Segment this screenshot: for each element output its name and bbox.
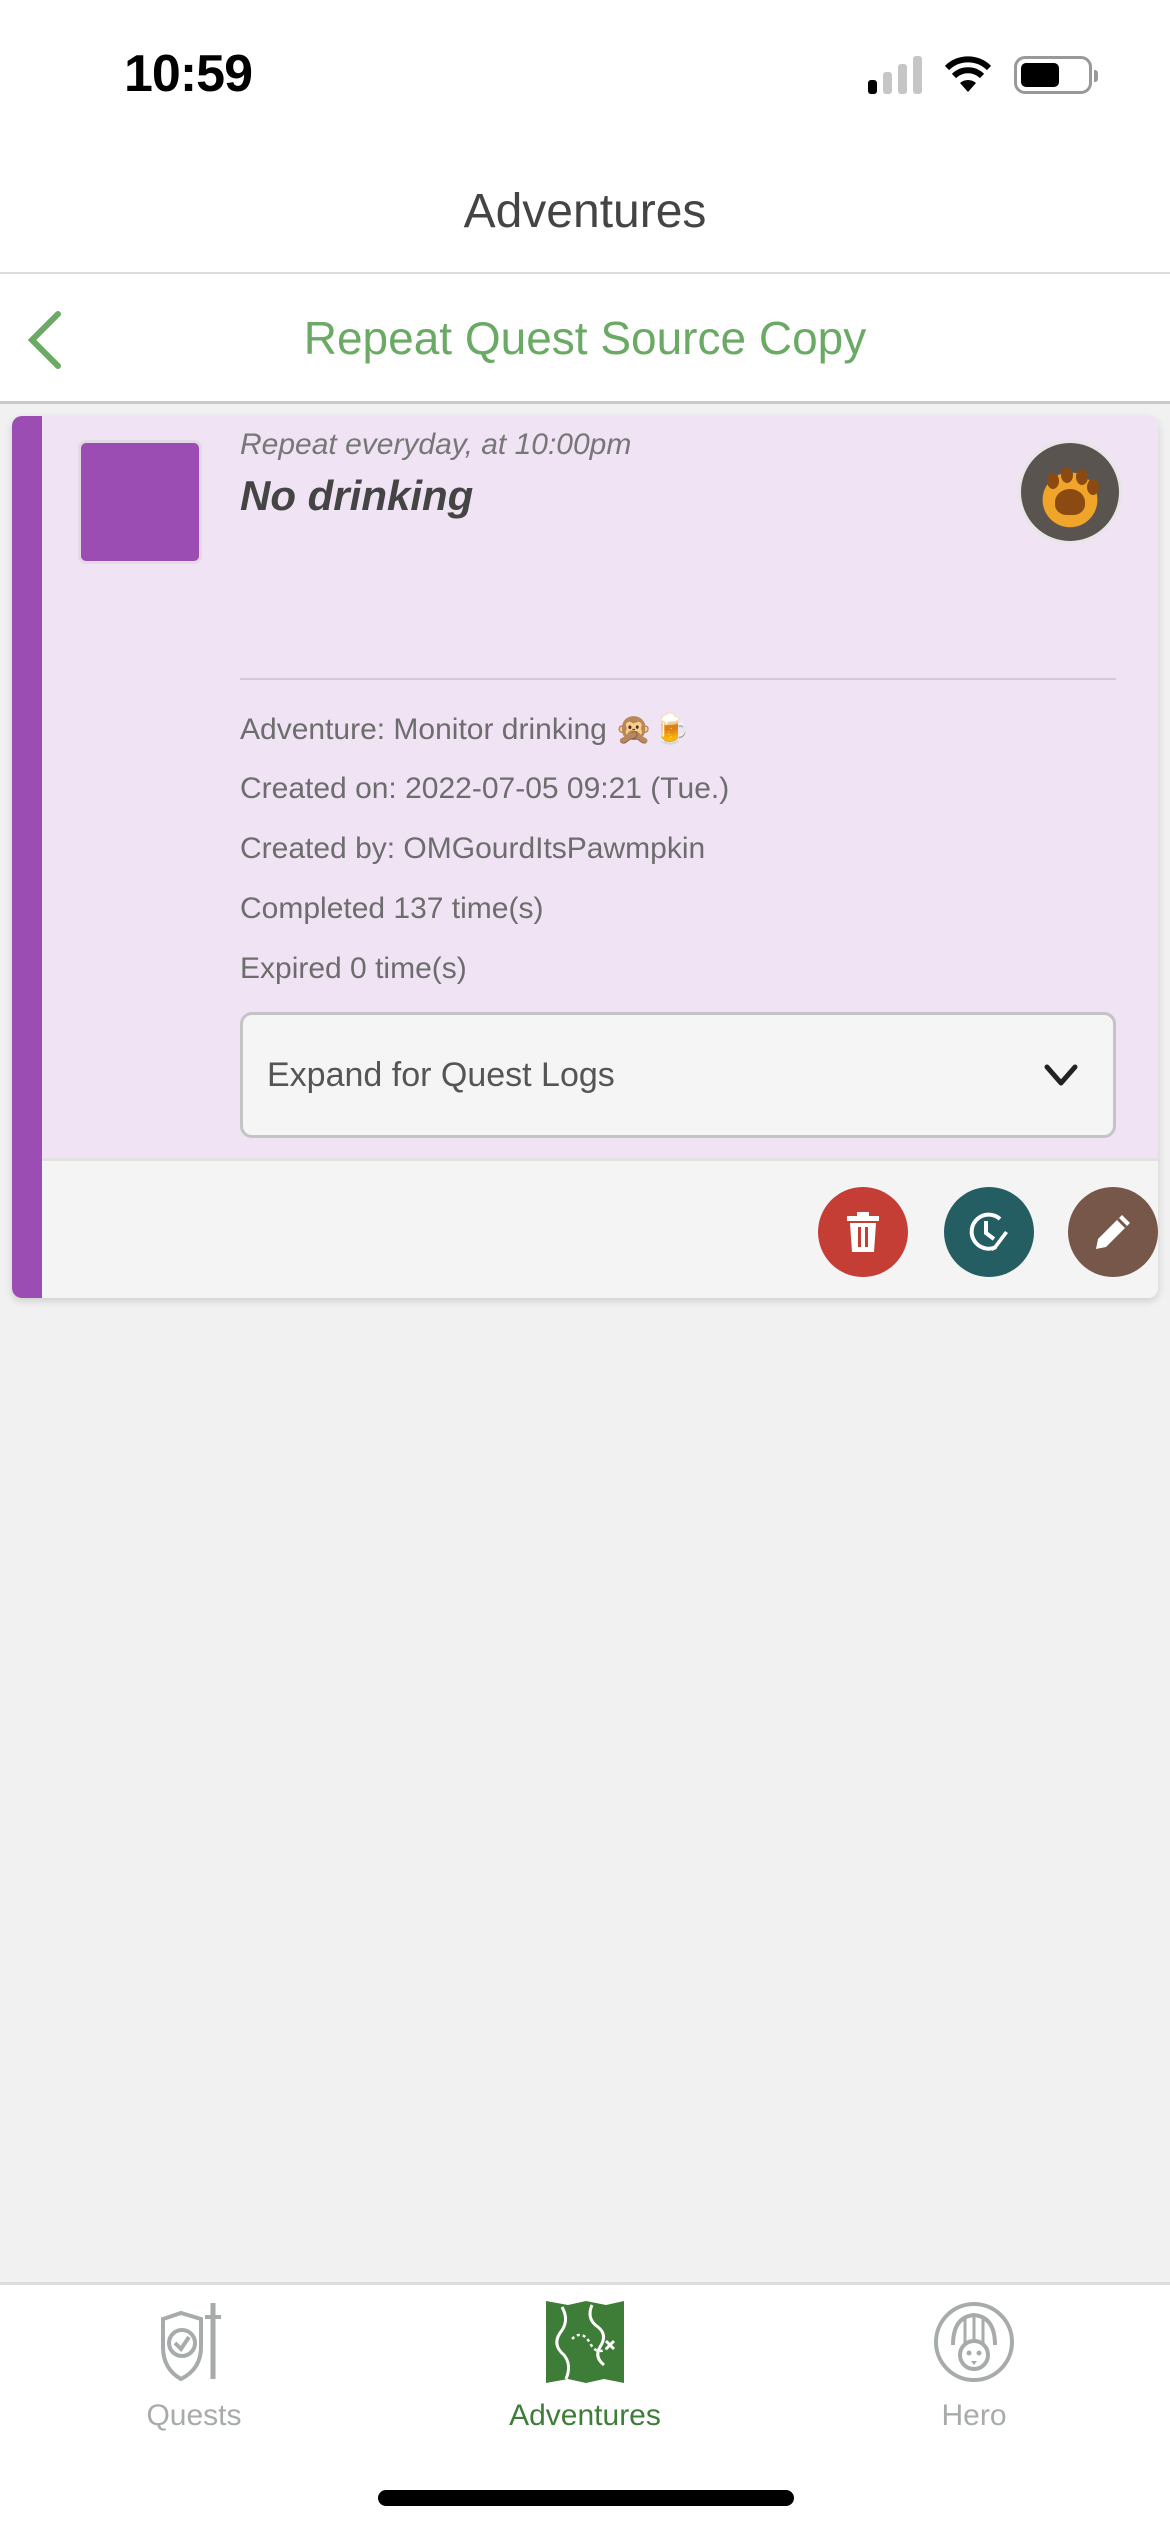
- tab-label: Quests: [146, 2399, 242, 2432]
- tab-label: Hero: [941, 2399, 1007, 2432]
- home-indicator[interactable]: [378, 2490, 794, 2506]
- repeat-schedule: Repeat everyday, at 10:00pm: [240, 428, 632, 461]
- expired-count: Expired 0 time(s): [240, 952, 467, 985]
- tab-hero[interactable]: Hero: [824, 2299, 1124, 2433]
- card-color-stripe: [12, 416, 42, 1298]
- clock-edit-icon: [969, 1212, 1008, 1251]
- status-bar: 10:59: [0, 0, 1170, 150]
- created-on-info: Created on: 2022-07-05 09:21 (Tue.): [240, 772, 730, 805]
- card-body: Repeat everyday, at 10:00pm No drinking …: [42, 416, 1158, 1158]
- quest-logs-expander[interactable]: Expand for Quest Logs: [240, 1012, 1116, 1138]
- tab-label: Adventures: [509, 2399, 661, 2432]
- status-icons: [868, 56, 1098, 94]
- tab-adventures[interactable]: Adventures: [435, 2299, 735, 2433]
- pumpkin-avatar: [1018, 440, 1122, 544]
- status-time: 10:59: [124, 45, 253, 103]
- completed-count: Completed 137 time(s): [240, 892, 544, 925]
- adventure-info: Adventure: Monitor drinking 🙊🍺: [240, 713, 690, 746]
- quest-color-swatch[interactable]: [78, 440, 202, 564]
- battery-icon: [1014, 56, 1098, 94]
- created-by-info: Created by: OMGourdItsPawmpkin: [240, 832, 706, 865]
- knight-helmet-icon: [934, 2302, 1014, 2382]
- page-title: Adventures: [463, 184, 707, 238]
- edit-button[interactable]: [1068, 1187, 1158, 1277]
- pencil-icon: [1096, 1215, 1130, 1249]
- trash-icon: [847, 1212, 879, 1252]
- shield-sword-icon: [161, 2303, 221, 2382]
- delete-button[interactable]: [818, 1187, 908, 1277]
- tab-quests[interactable]: Quests: [44, 2299, 344, 2433]
- treasure-map-icon: [546, 2301, 624, 2383]
- sub-header: Repeat Quest Source Copy: [0, 274, 1170, 404]
- quest-card: Repeat everyday, at 10:00pm No drinking …: [12, 416, 1158, 1298]
- expander-label: Expand for Quest Logs: [267, 1055, 615, 1094]
- app-header: Adventures: [0, 150, 1170, 274]
- chevron-left-icon[interactable]: [22, 308, 72, 372]
- sub-header-title: Repeat Quest Source Copy: [303, 311, 867, 364]
- card-actions: [42, 1158, 1158, 1298]
- cellular-signal-icon: [868, 56, 922, 94]
- schedule-edit-button[interactable]: [944, 1187, 1034, 1277]
- card-divider: [240, 678, 1116, 680]
- quest-title: No drinking: [240, 472, 474, 519]
- wifi-icon: [944, 56, 992, 92]
- chevron-down-icon: [1044, 1064, 1078, 1086]
